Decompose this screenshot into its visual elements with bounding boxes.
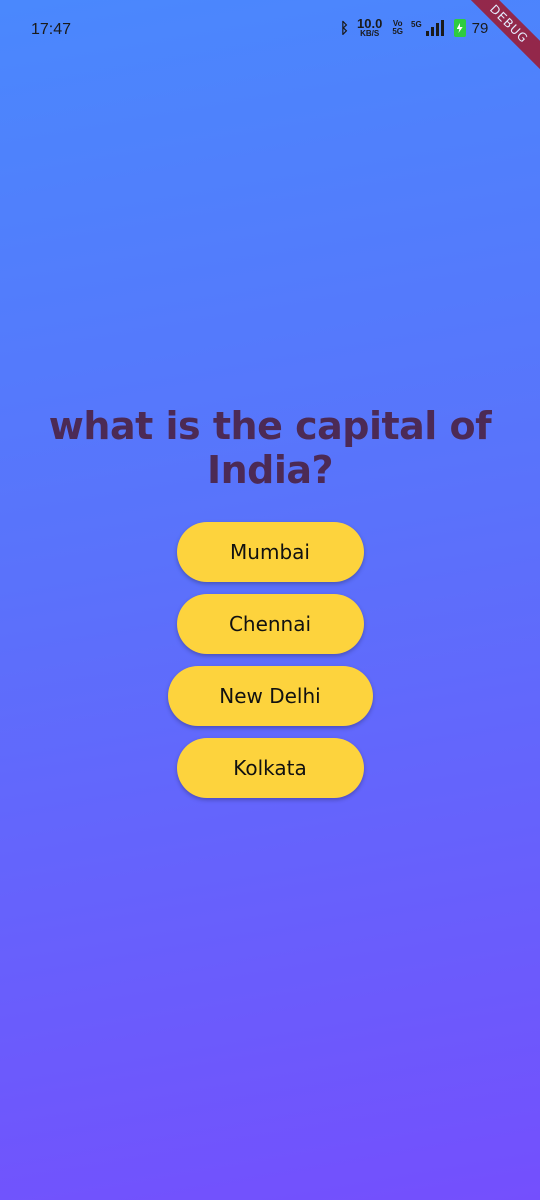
network-speed-unit: KB/S: [360, 29, 380, 38]
status-bar: 17:47 ᛒ 10.0 KB/S Vo 5G 5G 79: [0, 0, 540, 62]
network-speed: 10.0 KB/S: [357, 16, 383, 38]
network-speed-value: 10.0: [357, 16, 383, 31]
bluetooth-icon: ᛒ: [340, 19, 350, 37]
battery-charging-icon: [453, 19, 466, 37]
answer-button-mumbai[interactable]: Mumbai: [176, 522, 364, 582]
answer-list: Mumbai Chennai New Delhi Kolkata: [0, 522, 540, 798]
signal-bars-icon: [425, 20, 444, 36]
question-text: what is the capital of India?: [48, 404, 492, 492]
volte-indicator: Vo 5G: [392, 20, 403, 36]
battery-level: 79: [471, 19, 489, 37]
answer-button-kolkata[interactable]: Kolkata: [176, 738, 364, 798]
answer-button-chennai[interactable]: Chennai: [176, 594, 364, 654]
status-icons: ᛒ 10.0 KB/S Vo 5G 5G 79: [340, 16, 489, 38]
status-time: 17:47: [31, 21, 72, 38]
volte-bottom: 5G: [392, 27, 403, 36]
answer-button-new-delhi[interactable]: New Delhi: [167, 666, 373, 726]
network-type: 5G: [411, 20, 422, 29]
